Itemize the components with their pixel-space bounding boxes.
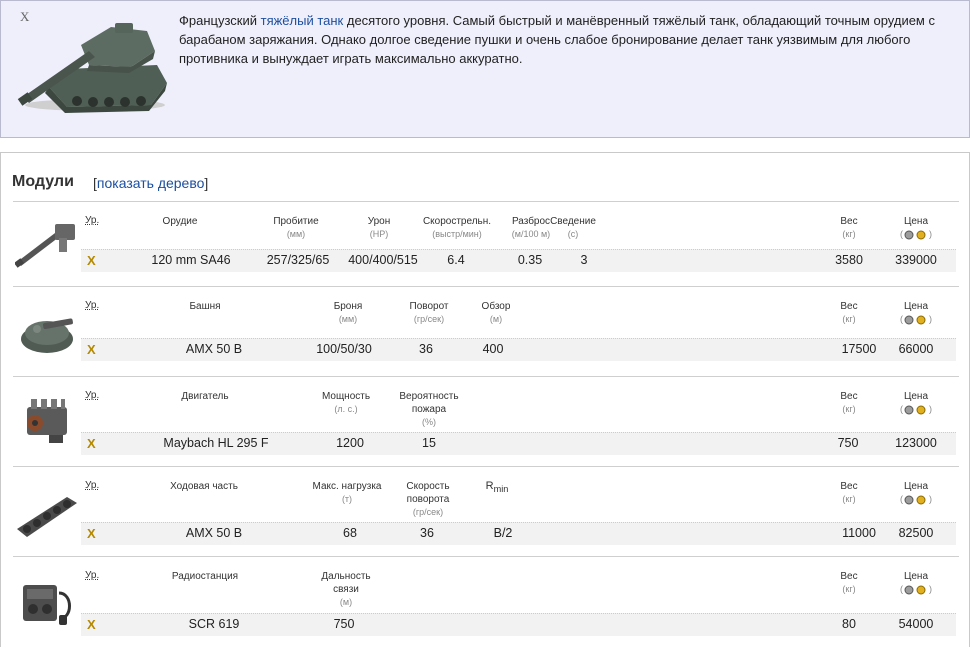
col-radio-name: Радиостанция: [171, 571, 239, 582]
turret-row[interactable]: X AMX 50 B 100/50/30 36 400 17500 66000: [81, 338, 956, 361]
heavy-tank-link[interactable]: тяжёлый танк: [261, 13, 344, 28]
col-gun-name: Орудие: [162, 216, 198, 227]
modules-title: Модули: [12, 173, 74, 190]
col-turret-name: Башня: [189, 301, 221, 312]
col-engine-name: Двигатель: [181, 391, 229, 402]
level-header: Ур.: [85, 570, 100, 581]
radio-price: 54000: [898, 617, 934, 631]
tank-image: [17, 23, 167, 113]
engine-power: 1200: [336, 436, 364, 450]
tank-description-panel: X Французский тяжёлый танк десятого уров…: [0, 0, 970, 138]
gun-weight: 3580: [835, 253, 863, 267]
modules-section: Модули [показать дерево] Ур. Орудие Проб…: [0, 152, 970, 647]
turret-traverse: 36: [419, 342, 433, 356]
col-traverse-speed: Скорость поворота (гр/сек): [406, 481, 450, 517]
radio-signal-range: 750: [333, 617, 355, 631]
col-suspension-name: Ходовая часть: [170, 481, 238, 492]
level-header: Ур.: [85, 480, 100, 491]
col-armor: Броня (мм): [333, 301, 363, 324]
show-tree: [показать дерево]: [93, 175, 209, 191]
tier-value: X: [87, 436, 96, 451]
col-rate-of-fire: Скорострельн. (выстр/мин): [422, 216, 492, 239]
col-penetration: Пробитие (мм): [273, 216, 319, 239]
turret-armor: 100/50/30: [316, 342, 372, 356]
gun-penetration: 257/325/65: [266, 253, 330, 267]
gun-aim-time: 3: [580, 253, 588, 267]
turret-view-range: 400: [482, 342, 504, 356]
col-fire-chance: Вероятность пожара (%): [399, 391, 459, 427]
engine-name: Maybach HL 295 F: [163, 436, 269, 450]
turret-name: AMX 50 B: [185, 342, 243, 356]
col-price: Цена (): [900, 301, 932, 325]
col-weight: Вес (кг): [840, 571, 858, 594]
radio-icon: [23, 585, 71, 625]
col-max-load: Макс. нагрузка (т): [312, 481, 382, 504]
col-weight: Вес (кг): [840, 391, 858, 414]
col-price: Цена (): [900, 481, 932, 505]
col-weight: Вес (кг): [840, 481, 858, 504]
suspension-module-block: Ур. Ходовая часть Макс. нагрузка (т) Скор…: [13, 466, 959, 557]
tier-mark: X: [20, 9, 30, 24]
credits-gold-icon: [904, 315, 926, 325]
suspension-row[interactable]: X AMX 50 B 68 36 B/2 11000 82500: [81, 522, 956, 545]
radio-module-block: Ур. Радиостанция Дальность связи (м) Вес (к…: [13, 556, 959, 648]
col-r-min: Rmin: [485, 480, 509, 495]
suspension-r-min: B/2: [493, 526, 513, 540]
gun-row[interactable]: X 120 mm SA46 257/325/65 400/400/515 6.4…: [81, 249, 956, 272]
tier-value: X: [87, 617, 96, 632]
gun-damage: 400/400/515: [348, 253, 418, 267]
suspension-price: 82500: [898, 526, 934, 540]
credits-gold-icon: [904, 230, 926, 240]
turret-price: 66000: [898, 342, 934, 356]
radio-weight: 80: [842, 617, 856, 631]
gun-name: 120 mm SA46: [151, 253, 231, 267]
col-price: Цена (): [900, 216, 932, 240]
level-header: Ур.: [85, 300, 100, 311]
col-power: Мощность (л. с.): [321, 391, 371, 414]
radio-name: SCR 619: [188, 617, 240, 631]
gun-price: 339000: [895, 253, 937, 267]
turret-icon: [21, 318, 73, 353]
engine-price: 123000: [895, 436, 937, 450]
engine-fire-chance: 15: [422, 436, 436, 450]
gun-icon: [15, 224, 75, 268]
level-header: Ур.: [85, 215, 100, 226]
suspension-traverse-speed: 36: [420, 526, 434, 540]
col-aim-time: Сведение (с): [550, 216, 596, 239]
turret-module-block: Ур. Башня Броня (мм) Поворот (гр/сек) Обзо…: [13, 286, 959, 377]
col-signal-range: Дальность связи (м): [321, 571, 371, 607]
credits-gold-icon: [904, 495, 926, 505]
col-view-range: Обзор (м): [481, 301, 511, 324]
radio-row[interactable]: X SCR 619 750 80 54000: [81, 613, 956, 636]
suspension-weight: 11000: [842, 526, 876, 540]
col-weight: Вес (кг): [840, 216, 858, 239]
gun-dispersion: 0.35: [517, 253, 543, 267]
credits-gold-icon: [904, 585, 926, 595]
suspension-icon: [17, 497, 77, 537]
tier-value: X: [87, 526, 96, 541]
engine-row[interactable]: X Maybach HL 295 F 1200 15 750 123000: [81, 432, 956, 455]
credits-gold-icon: [904, 405, 926, 415]
col-damage: Урон (HP): [367, 216, 391, 239]
gun-rate-of-fire: 6.4: [447, 253, 465, 267]
engine-icon: [27, 399, 67, 443]
show-tree-link[interactable]: показать дерево: [97, 175, 205, 191]
suspension-max-load: 68: [343, 526, 357, 540]
tier-value: X: [87, 342, 96, 357]
col-weight: Вес (кг): [840, 301, 858, 324]
gun-module-block: Ур. Орудие Пробитие (мм) Урон (HP) Скорост…: [13, 201, 959, 286]
engine-weight: 750: [837, 436, 859, 450]
engine-module-block: Ур. Двигатель Мощность (л. с.) Вероятност…: [13, 376, 959, 466]
turret-weight: 17500: [841, 342, 877, 356]
col-traverse: Поворот (гр/сек): [409, 301, 449, 324]
tank-description-text: Французский тяжёлый танк десятого уровня…: [179, 13, 935, 66]
col-price: Цена (): [900, 391, 932, 415]
suspension-name: AMX 50 B: [185, 526, 243, 540]
tier-value: X: [87, 253, 96, 268]
col-price: Цена (): [900, 571, 932, 595]
level-header: Ур.: [85, 390, 100, 401]
